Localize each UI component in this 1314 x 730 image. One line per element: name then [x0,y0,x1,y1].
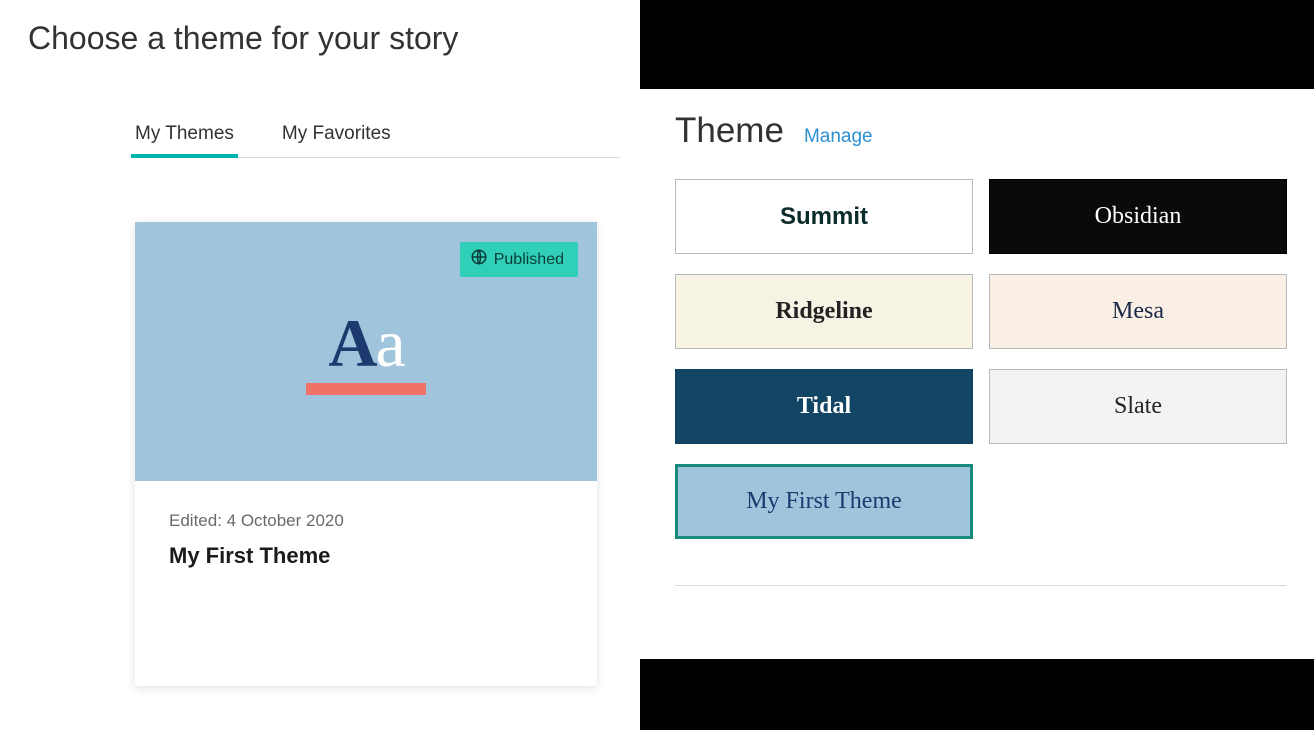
theme-card-title: My First Theme [169,543,563,569]
theme-card-preview: Published Aa [135,222,597,481]
theme-tabs: My Themes My Favorites [135,115,620,158]
theme-card[interactable]: Published Aa Edited: 4 October 2020 My F… [135,222,597,686]
theme-tile-summit[interactable]: Summit [675,179,973,254]
bottom-bar [640,659,1314,730]
theme-tile-custom[interactable]: My First Theme [675,464,973,539]
theme-heading: Theme [675,111,784,151]
accent-bar [306,383,426,395]
font-sample-icon: Aa [328,309,403,377]
theme-grid: Summit Obsidian Ridgeline Mesa Tidal Sla… [675,179,1286,539]
globe-icon [470,248,488,271]
tab-my-themes[interactable]: My Themes [135,115,234,157]
top-bar [640,0,1314,89]
theme-tile-slate[interactable]: Slate [989,369,1287,444]
theme-tile-tidal[interactable]: Tidal [675,369,973,444]
theme-card-edited: Edited: 4 October 2020 [169,511,563,531]
published-badge: Published [460,242,578,277]
divider [675,585,1286,586]
theme-picker-content: Theme Manage Summit Obsidian Ridgeline M… [640,89,1314,659]
theme-tile-ridgeline[interactable]: Ridgeline [675,274,973,349]
published-badge-label: Published [494,251,564,269]
theme-picker-panel: Theme Manage Summit Obsidian Ridgeline M… [640,0,1314,730]
page-title: Choose a theme for your story [0,0,640,57]
manage-link[interactable]: Manage [804,126,873,148]
theme-header: Theme Manage [675,111,1286,151]
choose-theme-panel: Choose a theme for your story My Themes … [0,0,640,730]
tab-my-favorites[interactable]: My Favorites [282,115,391,157]
theme-card-body: Edited: 4 October 2020 My First Theme [135,481,597,599]
theme-tile-mesa[interactable]: Mesa [989,274,1287,349]
theme-tile-obsidian[interactable]: Obsidian [989,179,1287,254]
